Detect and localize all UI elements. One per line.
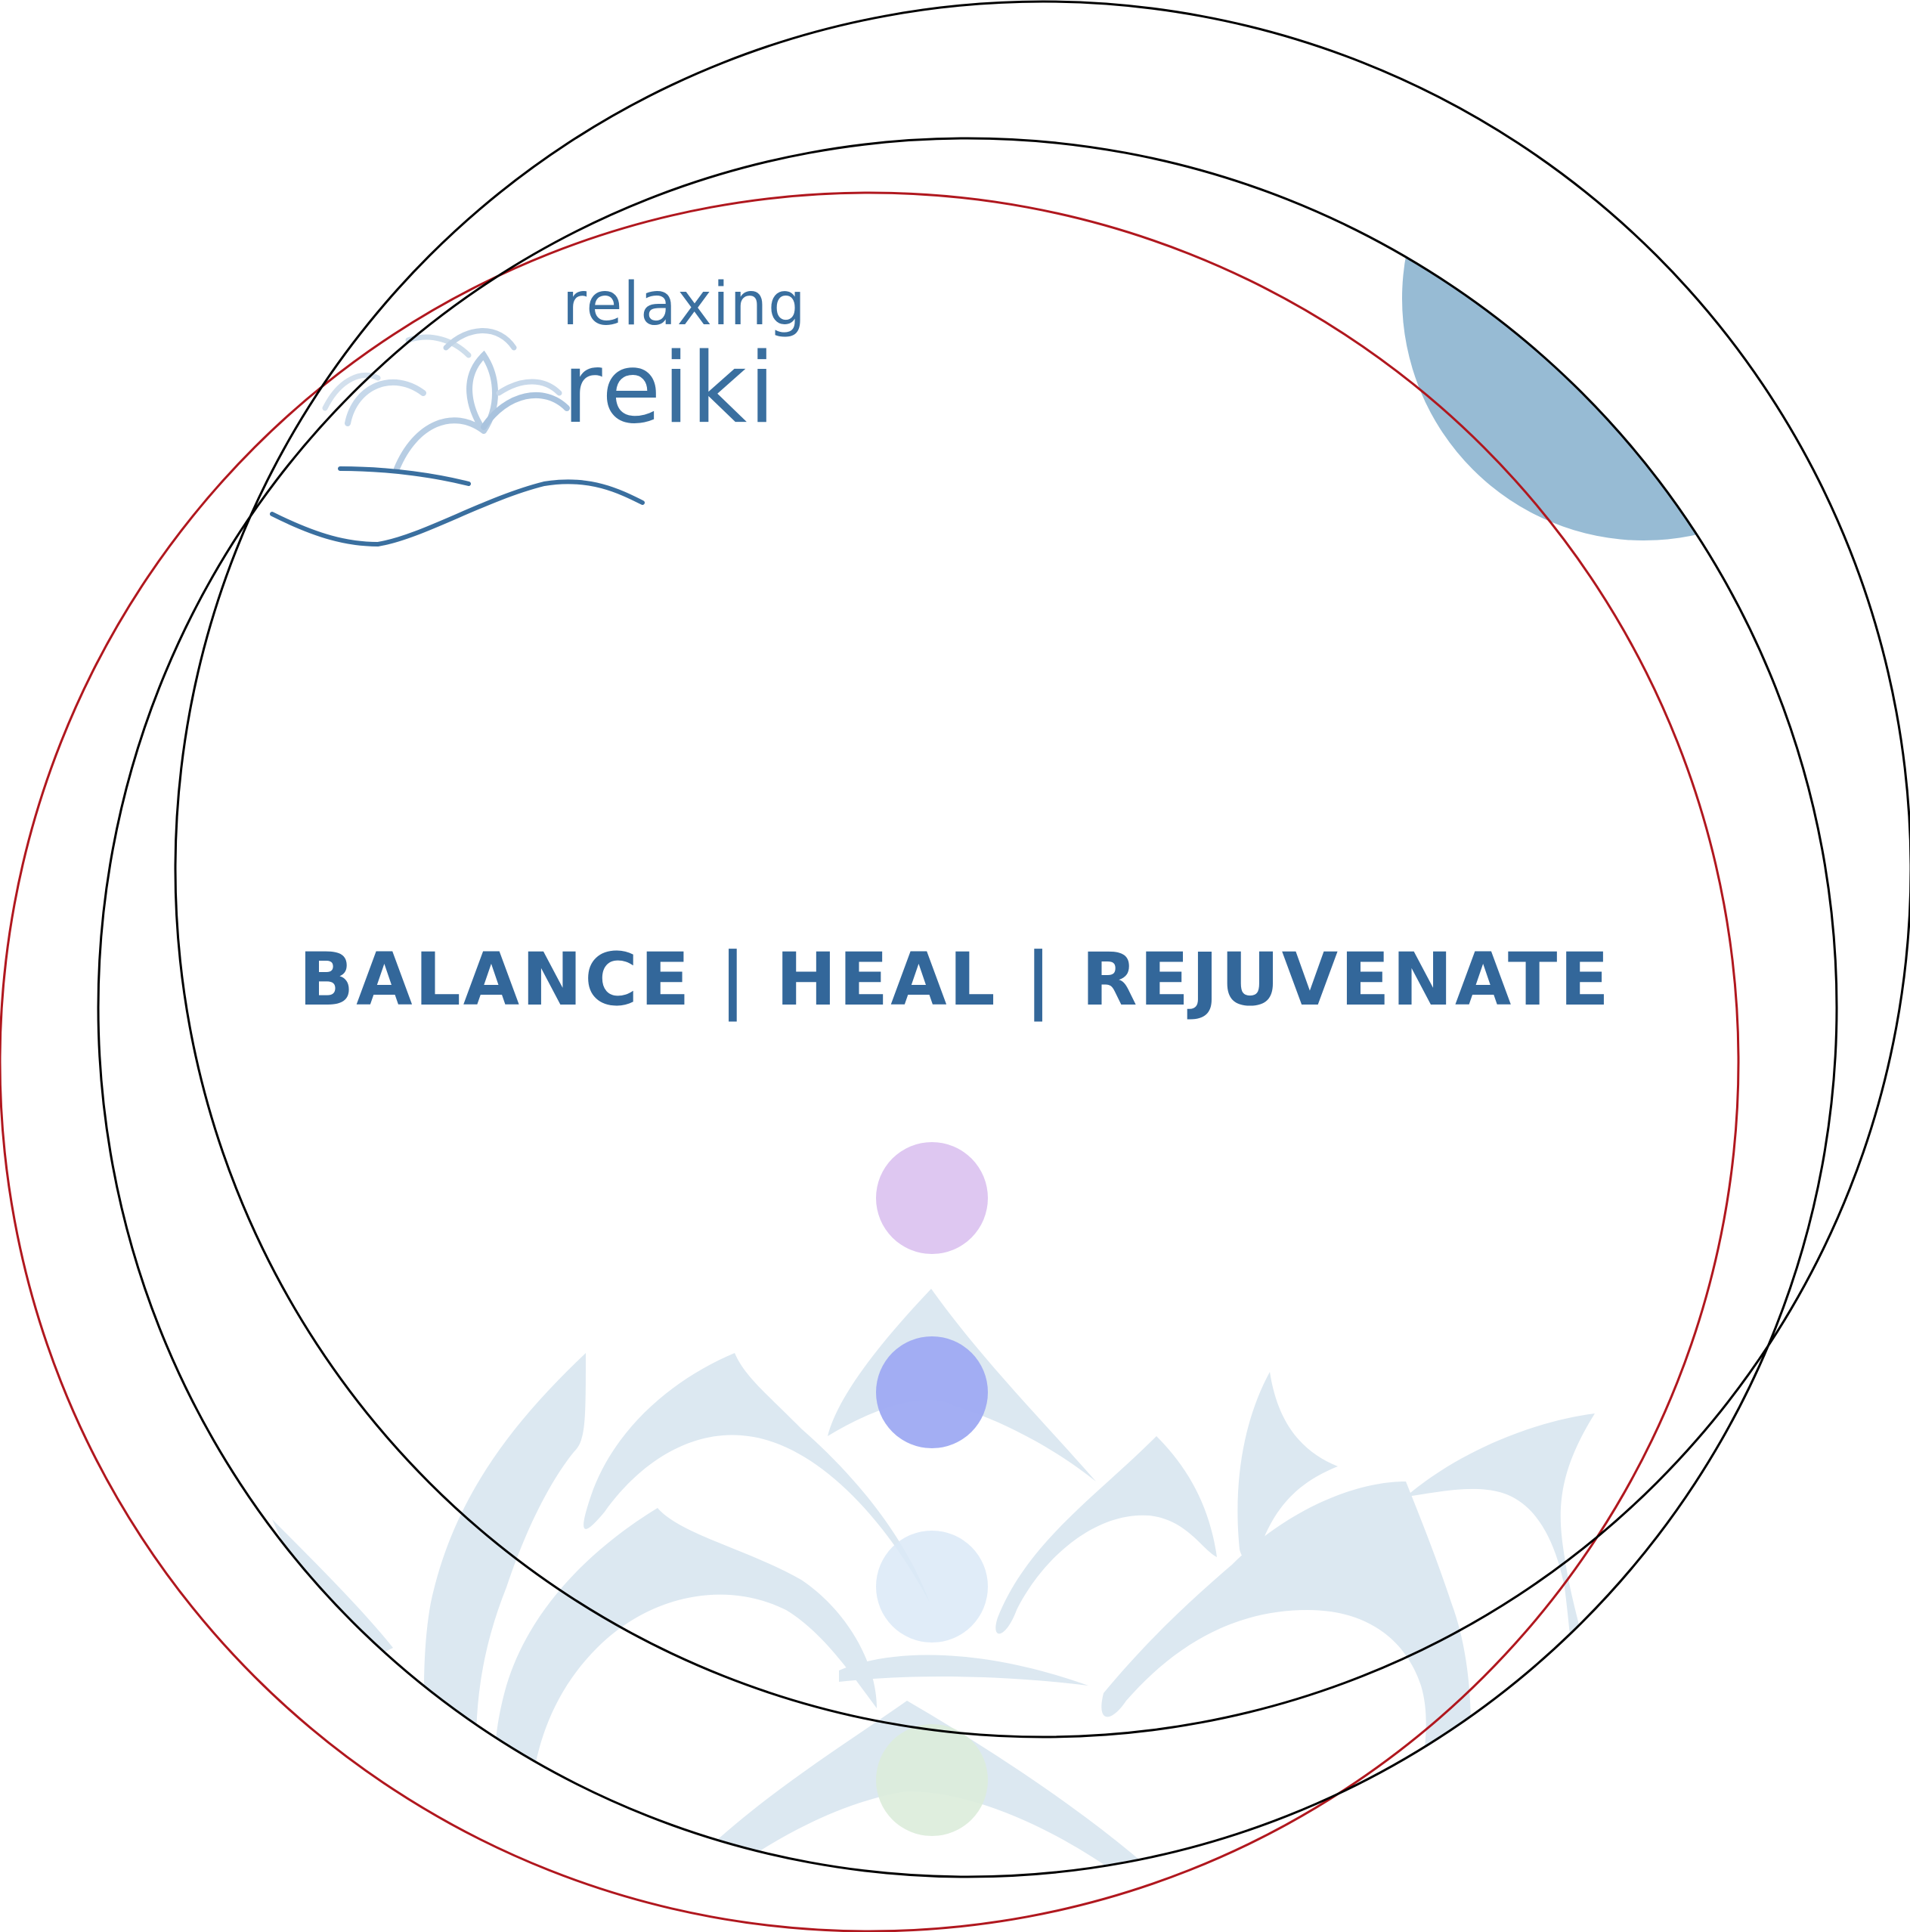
brand-line1: relaxing xyxy=(562,271,806,339)
chakra-dot-green xyxy=(876,1724,988,1836)
chakra-dot-indigo xyxy=(876,1336,988,1448)
brand-line2: reiki xyxy=(562,333,777,445)
chakra-dot-violet xyxy=(876,1142,988,1254)
chakra-dot-sky xyxy=(876,1531,988,1643)
tagline: BALANCE | HEAL | REJUVENATE xyxy=(299,937,1611,1022)
outline-circle-outer xyxy=(174,0,1910,1738)
